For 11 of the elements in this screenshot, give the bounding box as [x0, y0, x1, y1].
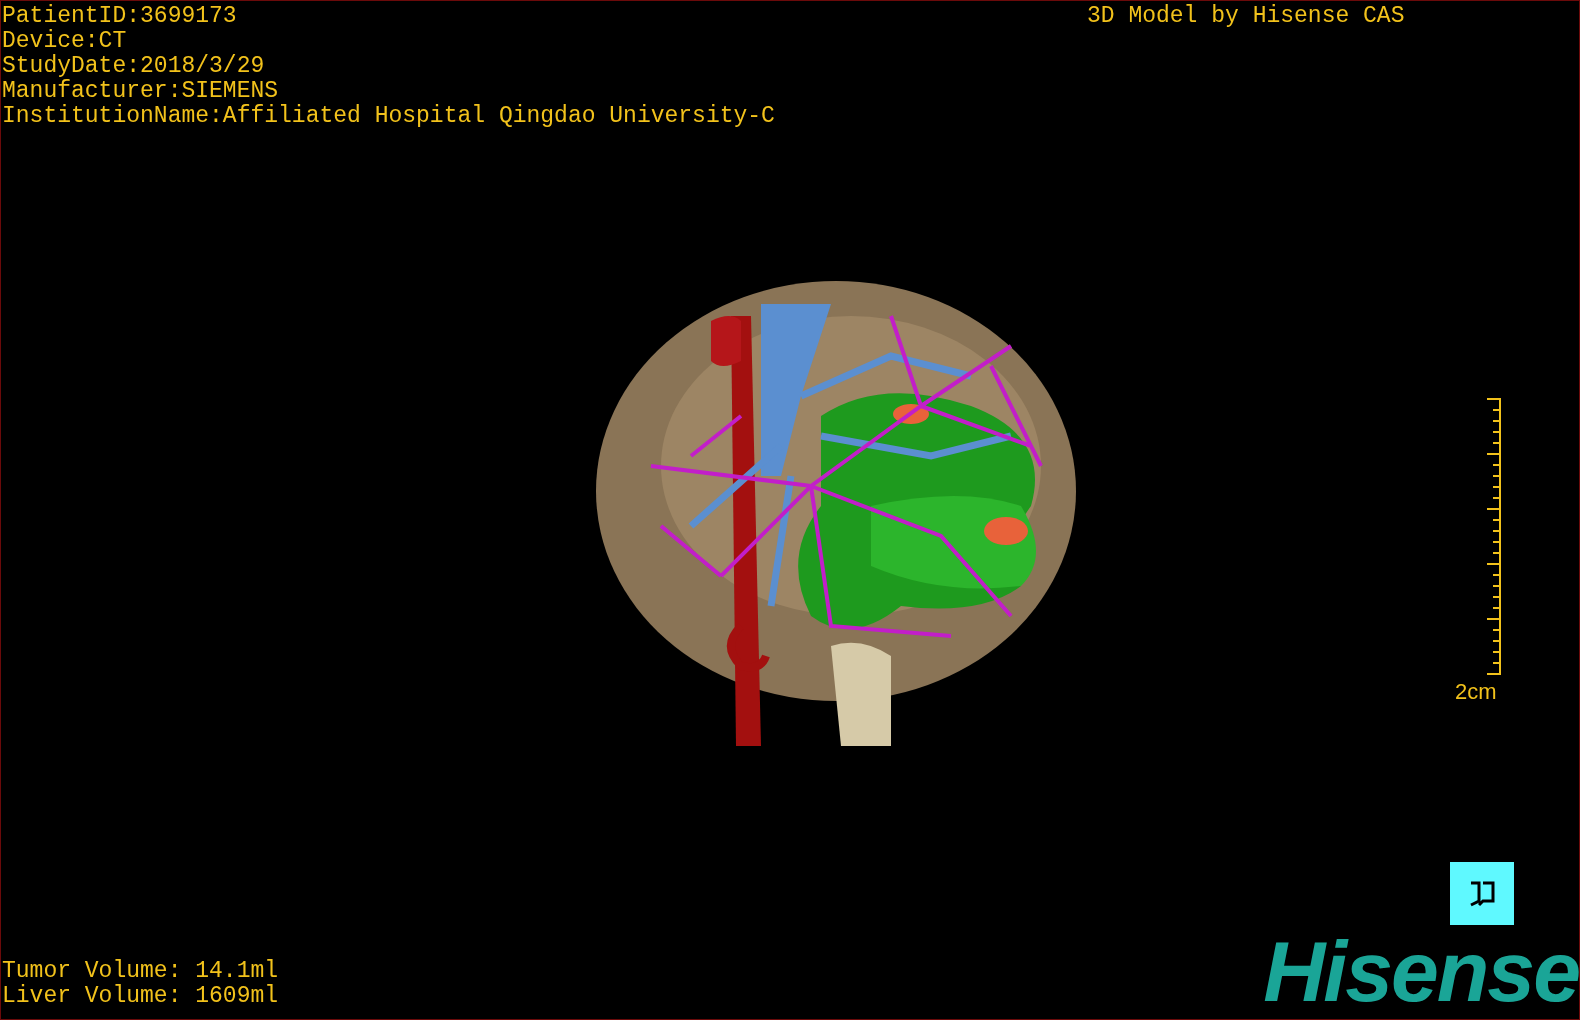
- patient-info-text: InstitutionName:Affiliated Hospital Qingdao University-C: [2, 104, 775, 129]
- model-credit: 3D Model by Hisense CAS: [1087, 4, 1405, 29]
- scale-label: 2cm: [1455, 679, 1497, 704]
- patient-info-text: Device:CT: [2, 29, 128, 54]
- patient-info-text: PatientID:3699173: [2, 4, 238, 29]
- patient-info-text: StudyDate:2018/3/29: [2, 54, 266, 79]
- volume-text: Tumor Volume: 14.1ml: [2, 959, 279, 984]
- patient-info-text: Manufacturer:SIEMENS: [2, 79, 280, 104]
- orientation-button[interactable]: [1450, 862, 1514, 925]
- volume-text: Liver Volume: 1609ml: [2, 984, 279, 1009]
- brand-logo: Hisense: [1263, 925, 1579, 1017]
